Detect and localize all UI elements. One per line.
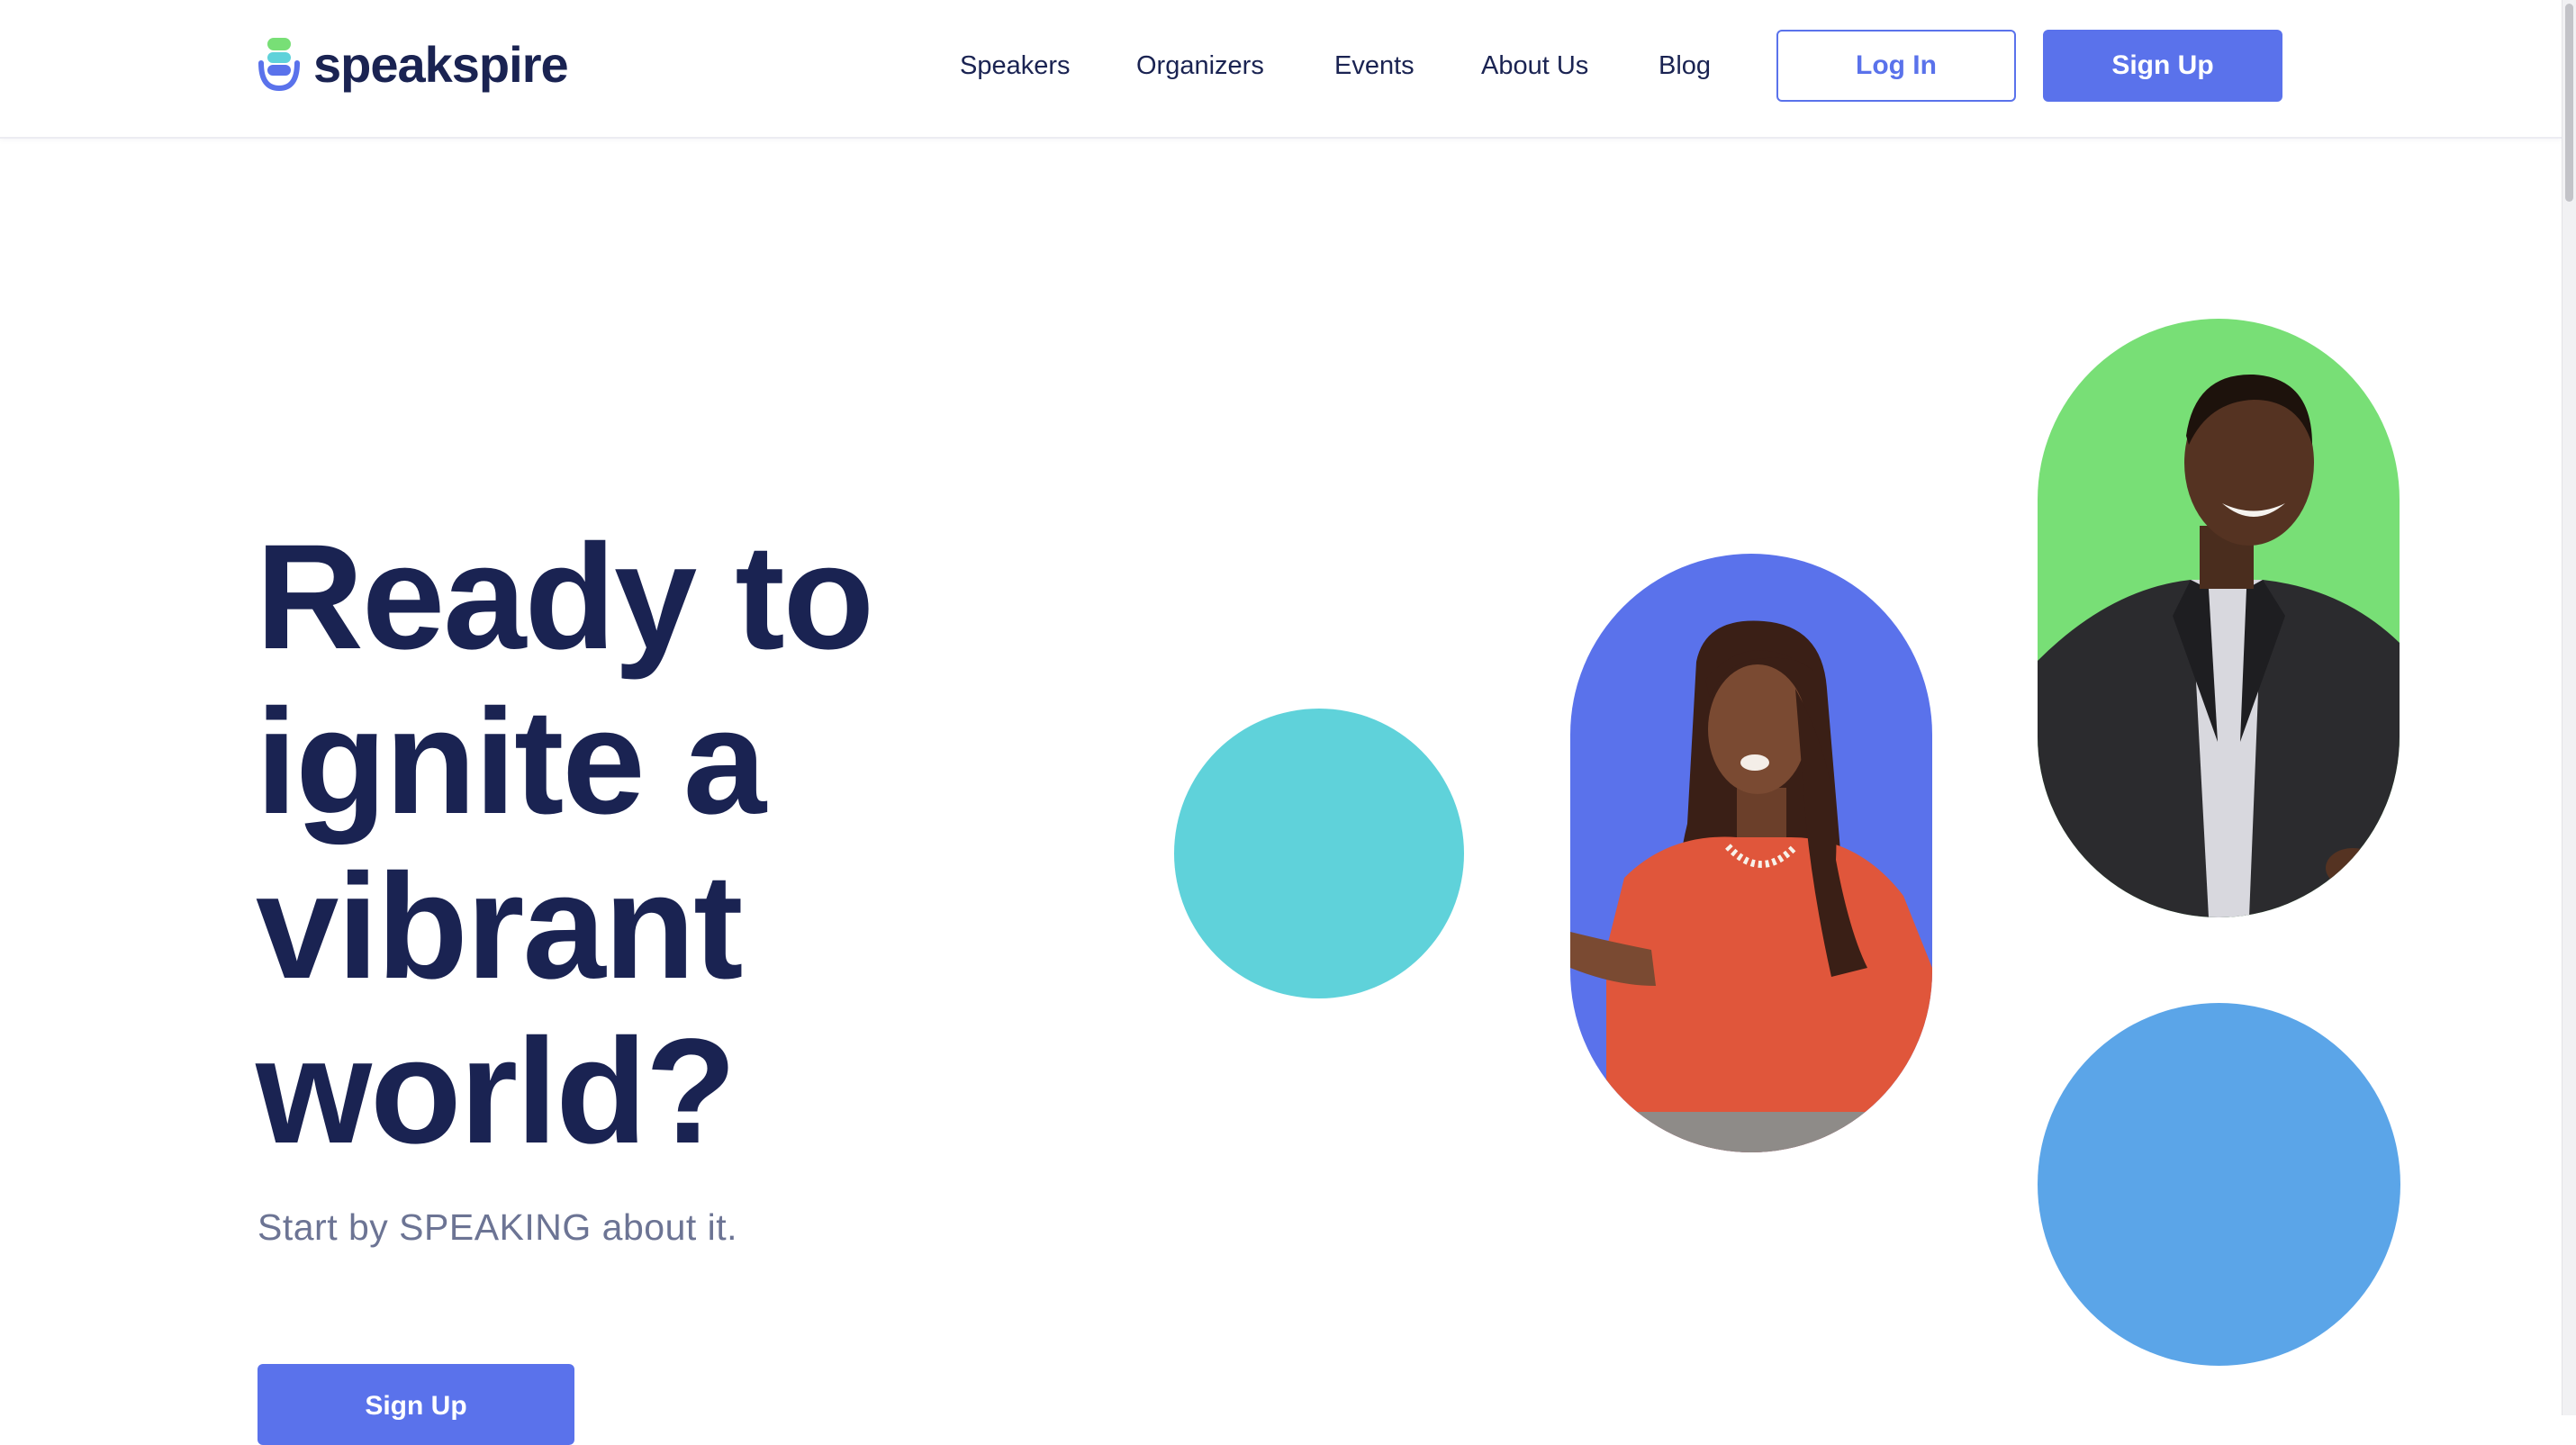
microphone-logo-icon [256,36,303,94]
hero-title-line: vibrant [256,844,743,1010]
hero-subtitle: Start by SPEAKING about it. [258,1206,738,1248]
site-header: speakspire Speakers Organizers Events Ab… [0,0,2562,139]
scrollbar-thumb[interactable] [2565,4,2573,202]
header-signup-button[interactable]: Sign Up [2043,30,2282,102]
hero-title-line: Ready to [256,514,874,681]
nav-speakers[interactable]: Speakers [960,50,1071,81]
nav-events[interactable]: Events [1334,50,1415,81]
speaker-card-green [2038,319,2400,917]
hero-title: Ready to ignite a vibrant world? [256,515,994,1174]
hero-signup-button[interactable]: Sign Up [258,1364,574,1445]
hero-title-line: ignite a [256,679,766,845]
speaker-woman-photo [1570,620,1932,1152]
logo[interactable]: speakspire [256,34,569,95]
hero-title-line: world? [256,1008,737,1175]
speaker-man-photo [2038,374,2400,917]
login-button[interactable]: Log In [1776,30,2016,102]
nav-blog[interactable]: Blog [1659,50,1711,81]
speaker-card-blue [1570,554,1932,1152]
page-scrollbar[interactable] [2562,0,2576,1415]
nav-organizers[interactable]: Organizers [1136,50,1264,81]
sky-blue-circle-decoration [2038,1003,2400,1366]
teal-circle-decoration [1174,709,1464,998]
logo-wordmark: speakspire [313,36,569,93]
nav-about-us[interactable]: About Us [1481,50,1588,81]
